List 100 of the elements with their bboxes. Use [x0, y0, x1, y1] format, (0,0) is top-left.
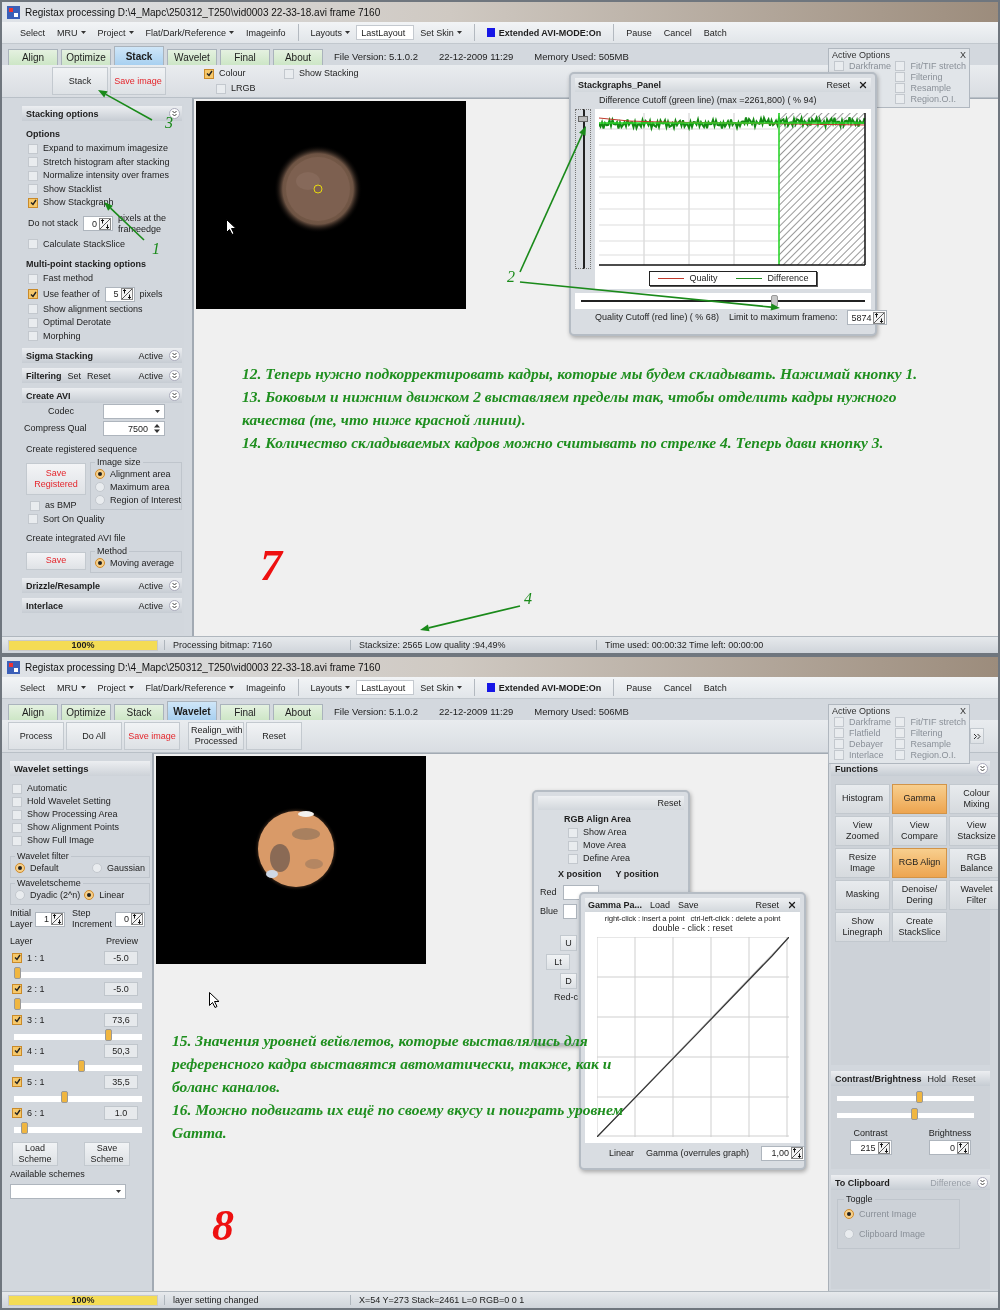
toolbar-button[interactable]: Stack: [52, 67, 108, 95]
spin-arrows-icon[interactable]: [873, 311, 886, 324]
tab[interactable]: About: [273, 49, 323, 65]
save-button[interactable]: Save: [26, 552, 86, 570]
menu-item[interactable]: Select: [14, 23, 51, 42]
function-button[interactable]: Resize Image: [835, 848, 890, 878]
tab[interactable]: Optimize: [61, 704, 111, 720]
menu-item[interactable]: Cancel: [657, 23, 698, 42]
tab[interactable]: Stack: [114, 46, 164, 65]
codec-dropdown[interactable]: [103, 404, 165, 419]
function-button[interactable]: View Compare: [892, 816, 947, 846]
tab[interactable]: Align: [8, 704, 58, 720]
tab[interactable]: Stack: [114, 704, 164, 720]
checkbox[interactable]: [12, 984, 22, 994]
checkbox[interactable]: [28, 197, 38, 208]
header-link[interactable]: Reset: [87, 370, 111, 381]
nudge-button[interactable]: D: [560, 973, 577, 989]
function-button[interactable]: Create StackSlice: [892, 912, 947, 942]
layer-slider[interactable]: [14, 1091, 142, 1103]
radio-button[interactable]: [95, 482, 105, 492]
menu-item[interactable]: Cancel: [657, 678, 698, 697]
header-link[interactable]: Load: [650, 900, 671, 910]
function-button[interactable]: RGB Align: [892, 848, 947, 878]
radio-button[interactable]: [95, 495, 105, 505]
nudge-button[interactable]: U: [560, 935, 577, 951]
menu-item[interactable]: Project: [91, 23, 140, 42]
chevron-icon[interactable]: [169, 370, 180, 381]
spin-arrows-icon[interactable]: [120, 288, 133, 300]
toolbar-button[interactable]: Process: [8, 722, 64, 750]
layer-slider[interactable]: [14, 1060, 142, 1072]
spin-field[interactable]: 5: [104, 286, 135, 302]
header-link[interactable]: Reset: [952, 1073, 976, 1084]
section-header[interactable]: Drizzle/Resample Active: [22, 578, 182, 593]
layout-dropdown[interactable]: LastLayout: [356, 25, 415, 40]
spin-arrows-icon[interactable]: [957, 1141, 970, 1154]
function-button[interactable]: Masking: [835, 880, 890, 910]
spin-field[interactable]: 0: [83, 216, 114, 231]
checkbox[interactable]: [28, 289, 38, 299]
tab[interactable]: Wavelet: [167, 49, 217, 65]
chevron-icon[interactable]: [169, 350, 180, 361]
radio-button[interactable]: [844, 1229, 854, 1239]
checkbox[interactable]: [204, 68, 214, 79]
slider-thumb[interactable]: [578, 116, 588, 123]
menu-item[interactable]: MRU: [51, 23, 92, 42]
spin-arrows-icon[interactable]: [99, 217, 112, 230]
slider-thumb[interactable]: [916, 1091, 924, 1104]
slider-thumb[interactable]: [910, 1108, 918, 1121]
layout-dropdown[interactable]: LastLayout: [356, 680, 415, 695]
chevron-icon[interactable]: [169, 600, 180, 611]
function-button[interactable]: Wavelet Filter: [949, 880, 998, 910]
checkbox[interactable]: [12, 1046, 22, 1056]
toolbar-button[interactable]: Save image: [124, 722, 180, 750]
toolbar-button[interactable]: Do All: [66, 722, 122, 750]
spin-field[interactable]: 1,00: [761, 1145, 806, 1161]
slider-thumb[interactable]: [104, 1029, 112, 1041]
nudge-button[interactable]: Lt: [546, 954, 570, 970]
load-scheme-button[interactable]: Load Scheme: [12, 1142, 58, 1166]
menu-item[interactable]: Layouts: [304, 678, 357, 697]
spin-field[interactable]: 5874: [847, 310, 888, 326]
radio-button[interactable]: [15, 863, 25, 873]
section-header[interactable]: Contrast/Brightness Hold Reset: [831, 1071, 990, 1087]
radio-button[interactable]: [15, 890, 25, 900]
radio-button[interactable]: [95, 558, 105, 568]
function-button[interactable]: Histogram: [835, 784, 890, 814]
menu-item[interactable]: Set Skin: [414, 678, 468, 697]
up-down-icon[interactable]: [154, 424, 160, 433]
chevron-icon[interactable]: [169, 390, 180, 401]
slider-thumb[interactable]: [77, 1060, 85, 1072]
reset-link[interactable]: Reset: [657, 798, 681, 808]
tab[interactable]: About: [273, 704, 323, 720]
number-field[interactable]: 7500: [103, 421, 165, 436]
tab[interactable]: Optimize: [61, 49, 111, 65]
tab[interactable]: Final: [220, 704, 270, 720]
save-scheme-button[interactable]: Save Scheme: [84, 1142, 130, 1166]
reset-link[interactable]: Reset: [826, 80, 850, 90]
menu-item[interactable]: Pause: [620, 23, 658, 42]
checkbox[interactable]: [12, 953, 22, 963]
toolbar-button[interactable]: Reset: [246, 722, 302, 750]
toolbar-button[interactable]: Realign_with Processed: [188, 722, 244, 750]
slider-thumb[interactable]: [14, 998, 21, 1010]
menu-item[interactable]: Batch: [697, 678, 733, 697]
tab[interactable]: Align: [8, 49, 58, 65]
header-link[interactable]: Hold: [927, 1073, 947, 1084]
expand-button[interactable]: [970, 728, 984, 744]
spin-field[interactable]: [563, 904, 577, 919]
chevron-icon[interactable]: [977, 763, 988, 774]
spin-field[interactable]: 0: [929, 1140, 972, 1155]
spin-arrows-icon[interactable]: [877, 1141, 890, 1154]
menu-item[interactable]: Flat/Dark/Reference: [139, 678, 241, 697]
layer-slider[interactable]: [14, 1029, 142, 1041]
header-link[interactable]: Save: [678, 900, 699, 910]
header-link[interactable]: Set: [67, 370, 81, 381]
menu-item[interactable]: Project: [91, 678, 140, 697]
section-header[interactable]: Sigma Stacking Active: [22, 348, 182, 363]
spin-arrows-icon[interactable]: [131, 913, 143, 925]
layer-slider[interactable]: [14, 1122, 142, 1134]
section-header[interactable]: To Clipboard Difference: [831, 1175, 990, 1190]
menu-item[interactable]: Layouts: [304, 23, 357, 42]
avi-mode-toggle[interactable]: Extended AVI-MODE:On: [480, 27, 608, 38]
radio-button[interactable]: [84, 890, 95, 900]
